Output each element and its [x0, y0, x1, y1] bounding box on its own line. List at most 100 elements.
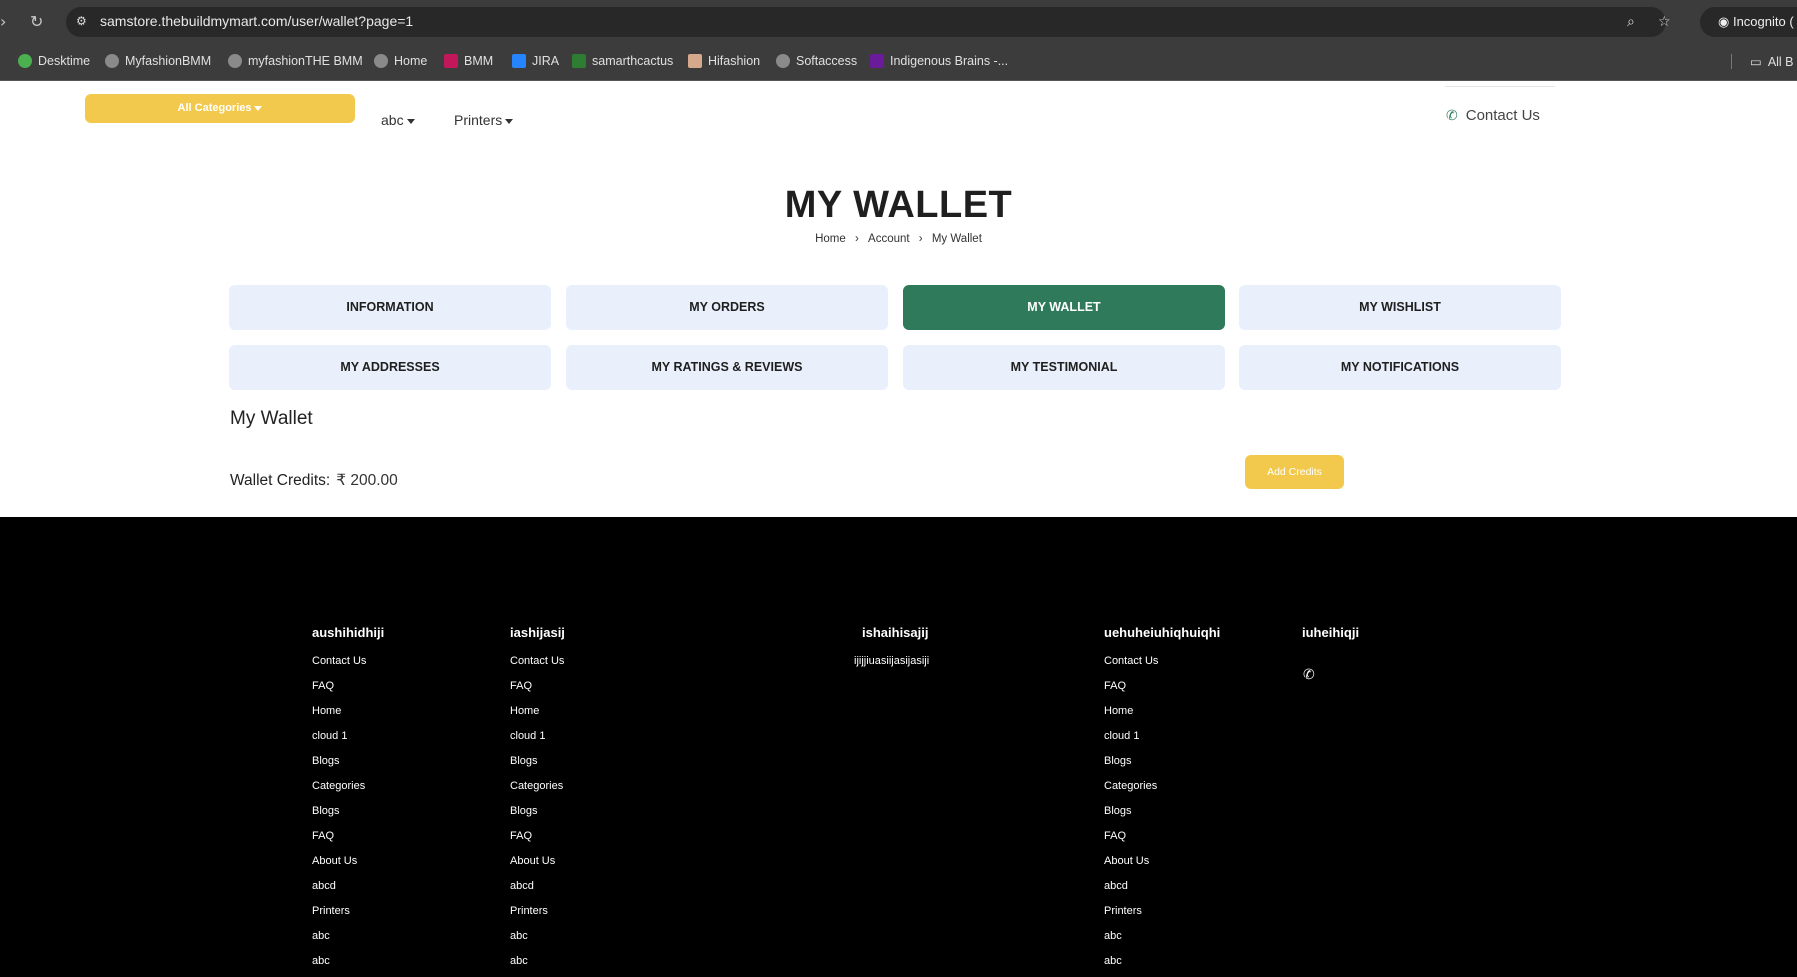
bookmark-samarthcactus[interactable]: samarthcactus — [572, 54, 673, 68]
breadcrumb-current: My Wallet — [931, 233, 982, 245]
all-bookmarks[interactable]: ▭ All B — [1731, 54, 1794, 69]
footer-link[interactable]: Home — [1104, 704, 1220, 729]
bookmark-hifashion[interactable]: Hifashion — [688, 54, 760, 68]
address-bar[interactable]: ⚙ samstore.thebuildmymart.com/user/walle… — [66, 7, 1671, 37]
bookmark-icon — [444, 54, 458, 68]
tab-information[interactable]: INFORMATION — [229, 285, 551, 330]
footer-column-title: iashijasij — [510, 625, 565, 640]
footer-link[interactable]: cloud 1 — [312, 729, 384, 754]
menu-abc[interactable]: abc — [381, 112, 415, 128]
footer-link[interactable]: Blogs — [510, 754, 565, 779]
bookmark-home[interactable]: Home — [374, 54, 427, 68]
jira-icon — [512, 54, 526, 68]
zoom-icon[interactable]: ⌕ — [1627, 14, 1635, 30]
footer-link[interactable]: Blogs — [1104, 754, 1220, 779]
breadcrumb-account[interactable]: Account — [868, 233, 910, 245]
footer-link[interactable]: Home — [510, 704, 565, 729]
footer-link[interactable]: abcd — [510, 879, 565, 904]
footer-link[interactable]: FAQ — [510, 829, 565, 854]
bookmark-myfashion-the-bmm[interactable]: myfashionTHE BMM — [228, 54, 363, 68]
folder-icon: ▭ — [1750, 54, 1762, 69]
phone-icon: ✆ — [1446, 107, 1458, 124]
footer-link[interactable]: abcd — [1104, 879, 1220, 904]
footer-link[interactable]: Blogs — [1104, 804, 1220, 829]
bookmark-softaccess[interactable]: Softaccess — [776, 54, 857, 68]
footer-link[interactable]: abc — [510, 954, 565, 977]
footer-link[interactable]: Blogs — [312, 804, 384, 829]
footer-column-title: aushihidhiji — [312, 625, 385, 640]
footer-link[interactable]: About Us — [312, 854, 384, 879]
tab-my-notifications[interactable]: MY NOTIFICATIONS — [1239, 345, 1561, 390]
tab-my-testimonial[interactable]: MY TESTIMONIAL — [903, 345, 1225, 390]
footer-link[interactable]: FAQ — [1104, 829, 1220, 854]
breadcrumb-separator: › — [854, 233, 859, 245]
footer-link[interactable]: abc — [1104, 929, 1220, 954]
footer-link[interactable]: Categories — [312, 779, 384, 804]
bookmark-jira[interactable]: JIRA — [512, 54, 559, 68]
bookmark-icon — [572, 54, 586, 68]
footer-link[interactable]: abc — [312, 954, 384, 977]
footer-column-3-text: ijijjiuasiijasijasiji — [854, 655, 930, 667]
caret-down-icon — [406, 118, 415, 124]
tab-my-wishlist[interactable]: MY WISHLIST — [1239, 285, 1561, 330]
bookmark-icon — [688, 54, 702, 68]
bookmark-desktime[interactable]: Desktime — [18, 54, 90, 68]
footer-link[interactable]: Blogs — [510, 804, 565, 829]
footer-link[interactable]: Contact Us — [312, 654, 384, 679]
tab-my-orders[interactable]: MY ORDERS — [566, 285, 888, 330]
tab-my-addresses[interactable]: MY ADDRESSES — [229, 345, 551, 390]
phone-icon[interactable]: ✆ — [1303, 667, 1315, 683]
incognito-badge[interactable]: ◉ Incognito ( — [1700, 7, 1797, 37]
footer-link[interactable]: Home — [312, 704, 384, 729]
footer-link[interactable]: abc — [312, 929, 384, 954]
footer-link[interactable]: Contact Us — [510, 654, 565, 679]
footer-link[interactable]: FAQ — [1104, 679, 1220, 704]
footer-link[interactable]: Printers — [312, 904, 384, 929]
bookmarks-bar: Desktime MyfashionBMM myfashionTHE BMM H… — [0, 44, 1797, 81]
footer-column-title: uehuheiuhiqhuiqhi — [1104, 625, 1221, 640]
bookmark-icon — [870, 54, 884, 68]
footer-column-title: iuheihiqji — [1302, 625, 1360, 640]
bookmark-indigenous-brains[interactable]: Indigenous Brains -... — [870, 54, 1008, 68]
footer-link[interactable]: abcd — [312, 879, 384, 904]
footer-link[interactable]: About Us — [1104, 854, 1220, 879]
footer-link[interactable]: cloud 1 — [1104, 729, 1220, 754]
menu-printers[interactable]: Printers — [454, 112, 514, 128]
footer-link[interactable]: Categories — [510, 779, 565, 804]
footer-link[interactable]: cloud 1 — [510, 729, 565, 754]
footer-column-2: iashijasij Contact Us FAQ Home cloud 1 B… — [510, 625, 565, 977]
tab-my-wallet[interactable]: MY WALLET — [903, 285, 1225, 330]
bookmark-myfashionbmm[interactable]: MyfashionBMM — [105, 54, 211, 68]
footer-column-title: ishaihisajij — [862, 625, 929, 640]
footer-link[interactable]: About Us — [510, 854, 565, 879]
all-categories-button[interactable]: All Categories — [85, 94, 355, 123]
divider — [1445, 86, 1555, 87]
globe-icon — [374, 54, 388, 68]
incognito-icon: ◉ — [1718, 15, 1730, 30]
breadcrumb-home[interactable]: Home — [815, 233, 846, 245]
footer-link[interactable]: FAQ — [510, 679, 565, 704]
site-info-icon[interactable]: ⚙ — [76, 14, 92, 30]
footer-link[interactable]: Printers — [510, 904, 565, 929]
globe-icon — [776, 54, 790, 68]
footer-link[interactable]: FAQ — [312, 679, 384, 704]
footer-link[interactable]: Printers — [1104, 904, 1220, 929]
add-credits-button[interactable]: Add Credits — [1245, 455, 1344, 489]
header-contact-link[interactable]: ✆ Contact Us — [1446, 107, 1540, 124]
breadcrumb-separator: › — [918, 233, 923, 245]
url-text[interactable]: samstore.thebuildmymart.com/user/wallet?… — [100, 13, 413, 29]
footer-link[interactable]: abc — [1104, 954, 1220, 977]
star-icon[interactable]: ☆ — [1658, 14, 1671, 30]
wallet-credits: Wallet Credits: ₹ 200.00 — [230, 471, 398, 490]
footer-link[interactable]: Blogs — [312, 754, 384, 779]
back-icon[interactable]: › — [0, 12, 6, 31]
footer-link[interactable]: FAQ — [312, 829, 384, 854]
footer-link[interactable]: Categories — [1104, 779, 1220, 804]
footer-link[interactable]: abc — [510, 929, 565, 954]
footer-link[interactable]: Contact Us — [1104, 654, 1220, 679]
reload-icon[interactable]: ↻ — [30, 12, 43, 31]
tab-my-ratings-reviews[interactable]: MY RATINGS & REVIEWS — [566, 345, 888, 390]
footer-column-1: aushihidhiji Contact Us FAQ Home cloud 1… — [312, 625, 384, 977]
breadcrumb: Home › Account › My Wallet — [0, 233, 1797, 245]
bookmark-bmm[interactable]: BMM — [444, 54, 493, 68]
